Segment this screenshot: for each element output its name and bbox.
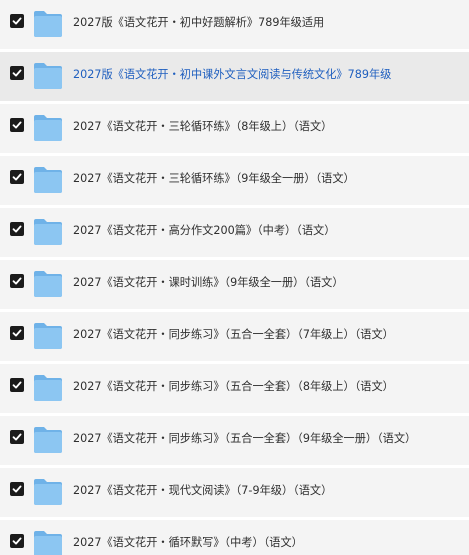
folder-name-link[interactable]: 2027《语文花开・三轮循环练》（9年级全一册）（语文） [73, 156, 355, 205]
folder-name-link[interactable]: 2027版《语文花开・初中课外文言文阅读与传统文化》789年级 [73, 52, 391, 101]
folder-icon [33, 374, 63, 402]
checkbox[interactable] [10, 66, 24, 80]
list-item[interactable]: 2027《语文花开・课时训练》（9年级全一册）（语文） [0, 260, 469, 309]
folder-icon [33, 530, 63, 555]
checkbox[interactable] [10, 222, 24, 236]
folder-icon [33, 270, 63, 298]
folder-icon [33, 322, 63, 350]
folder-icon [33, 218, 63, 246]
checkbox[interactable] [10, 482, 24, 496]
list-item[interactable]: 2027《语文花开・三轮循环练》（8年级上）（语文） [0, 104, 469, 153]
list-item[interactable]: 2027《语文花开・同步练习》（五合一全套）（9年级全一册）（语文） [0, 416, 469, 465]
folder-name-link[interactable]: 2027《语文花开・同步练习》（五合一全套）（9年级全一册）（语文） [73, 416, 416, 465]
file-list: 2027版《语文花开・初中好题解析》789年级适用 2027版《语文花开・初中课外… [0, 0, 469, 555]
checkbox[interactable] [10, 326, 24, 340]
folder-name-link[interactable]: 2027《语文花开・现代文阅读》（7-9年级）（语文） [73, 468, 332, 517]
folder-name-link[interactable]: 2027《语文花开・同步练习》（五合一全套）（8年级上）（语文） [73, 364, 394, 413]
list-item[interactable]: 2027版《语文花开・初中课外文言文阅读与传统文化》789年级 [0, 52, 469, 101]
list-item[interactable]: 2027《语文花开・同步练习》（五合一全套）（8年级上）（语文） [0, 364, 469, 413]
checkbox[interactable] [10, 118, 24, 132]
list-item[interactable]: 2027《语文花开・高分作文200篇》（中考）（语文） [0, 208, 469, 257]
folder-name-link[interactable]: 2027《语文花开・同步练习》（五合一全套）（7年级上）（语文） [73, 312, 394, 361]
checkbox[interactable] [10, 534, 24, 548]
checkbox[interactable] [10, 170, 24, 184]
folder-icon [33, 426, 63, 454]
folder-icon [33, 114, 63, 142]
list-item[interactable]: 2027《语文花开・同步练习》（五合一全套）（7年级上）（语文） [0, 312, 469, 361]
folder-name-link[interactable]: 2027《语文花开・高分作文200篇》（中考）（语文） [73, 208, 335, 257]
checkbox[interactable] [10, 378, 24, 392]
checkbox[interactable] [10, 430, 24, 444]
list-item[interactable]: 2027《语文花开・现代文阅读》（7-9年级）（语文） [0, 468, 469, 517]
folder-name-link[interactable]: 2027版《语文花开・初中好题解析》789年级适用 [73, 0, 324, 49]
folder-name-link[interactable]: 2027《语文花开・三轮循环练》（8年级上）（语文） [73, 104, 332, 153]
list-item[interactable]: 2027《语文花开・三轮循环练》（9年级全一册）（语文） [0, 156, 469, 205]
folder-name-link[interactable]: 2027《语文花开・循环默写》（中考）（语文） [73, 520, 303, 555]
list-item[interactable]: 2027版《语文花开・初中好题解析》789年级适用 [0, 0, 469, 49]
folder-icon [33, 10, 63, 38]
folder-icon [33, 62, 63, 90]
folder-icon [33, 166, 63, 194]
folder-icon [33, 478, 63, 506]
checkbox[interactable] [10, 274, 24, 288]
list-item[interactable]: 2027《语文花开・循环默写》（中考）（语文） [0, 520, 469, 555]
folder-name-link[interactable]: 2027《语文花开・课时训练》（9年级全一册）（语文） [73, 260, 344, 309]
checkbox[interactable] [10, 14, 24, 28]
